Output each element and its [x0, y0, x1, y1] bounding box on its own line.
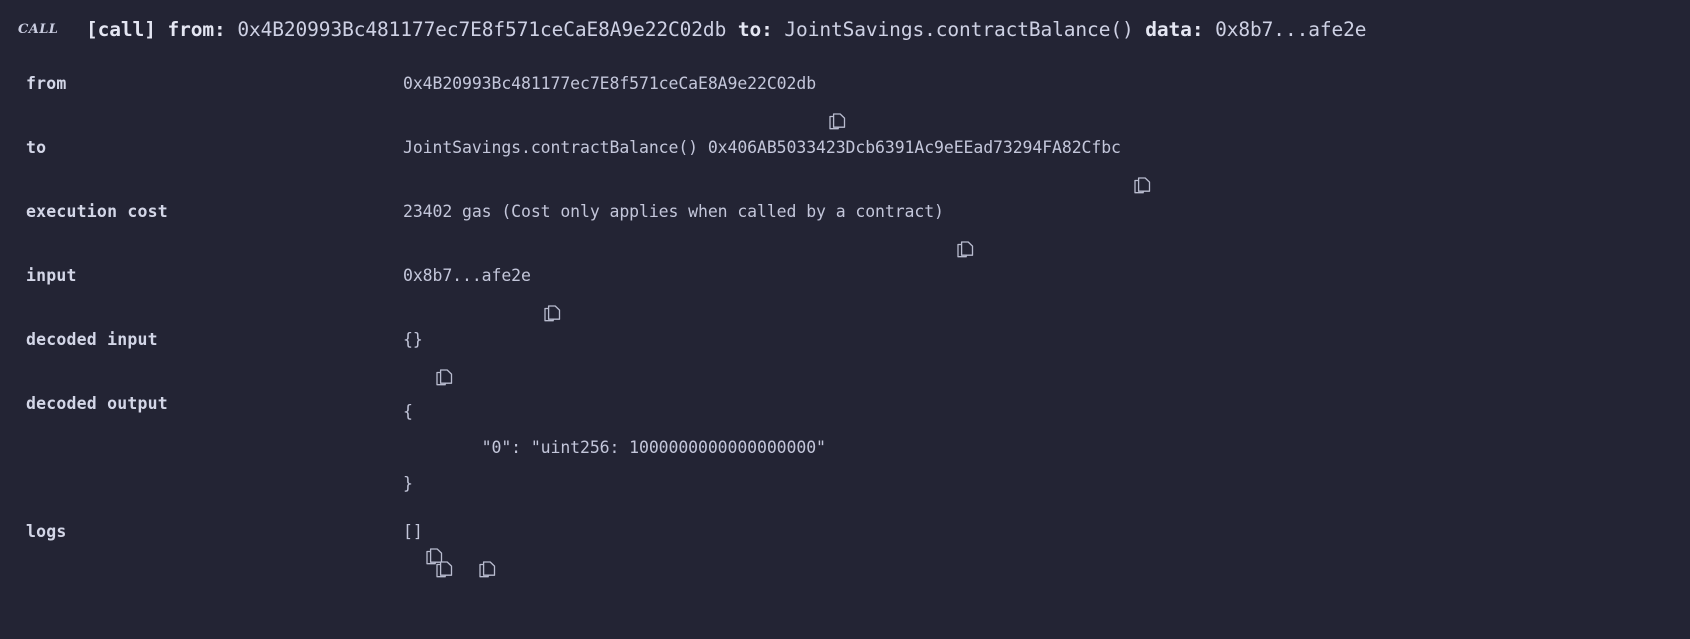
detail-row-decoded-input: decoded input {}: [26, 328, 1690, 392]
copy-icon[interactable]: [829, 75, 846, 130]
row-label-to: to: [26, 138, 47, 157]
call-from-value: 0x4B20993Bc481177ec7E8f571ceCaE8A9e22C02…: [237, 17, 727, 41]
row-label-decoded-output: decoded output: [26, 394, 168, 413]
detail-row-from: from 0x4B20993Bc481177ec7E8f571ceCaE8A9e…: [26, 72, 1690, 136]
row-label-logs: logs: [26, 522, 67, 541]
decoded-input-value: {}: [403, 330, 423, 349]
json-close-brace: }: [403, 474, 413, 493]
json-entry-0: "0": "uint256: 1000000000000000000": [403, 438, 826, 457]
row-value-execution-cost: 23402 gas (Cost only applies when called…: [403, 200, 1690, 258]
call-to-key: to:: [737, 17, 773, 41]
row-label-execution-cost: execution cost: [26, 202, 168, 221]
row-value-to: JointSavings.contractBalance() 0x406AB50…: [403, 136, 1690, 194]
call-prefix: [call]: [86, 17, 156, 41]
execution-cost-value: 23402 gas (Cost only applies when called…: [403, 202, 944, 221]
row-value-input: 0x8b7...afe2e: [403, 264, 1690, 322]
call-from-key: from:: [167, 17, 226, 41]
call-to-value: JointSavings.contractBalance(): [784, 17, 1134, 41]
row-value-from: 0x4B20993Bc481177ec7E8f571ceCaE8A9e22C02…: [403, 72, 1690, 130]
call-header-row[interactable]: CALL [call] from: 0x4B20993Bc481177ec7E8…: [0, 0, 1690, 58]
detail-row-logs: logs []: [26, 520, 1690, 584]
call-summary-text: [call] from: 0x4B20993Bc481177ec7E8f571c…: [86, 17, 1367, 41]
copy-icon[interactable]: [436, 523, 453, 578]
logs-value: []: [403, 522, 423, 541]
call-data-key: data:: [1145, 17, 1204, 41]
transaction-detail-panel: CALL [call] from: 0x4B20993Bc481177ec7E8…: [0, 0, 1690, 610]
to-contract-value: JointSavings.contractBalance() 0x406AB50…: [403, 138, 1121, 157]
copy-icon[interactable]: [544, 267, 561, 322]
copy-icon[interactable]: [479, 523, 496, 578]
from-address-value: 0x4B20993Bc481177ec7E8f571ceCaE8A9e22C02…: [403, 74, 817, 93]
row-value-decoded-output: { "0": "uint256: 1000000000000000000" }: [403, 392, 1690, 564]
row-label-input: input: [26, 266, 77, 285]
input-value: 0x8b7...afe2e: [403, 266, 531, 285]
call-data-value: 0x8b7...afe2e: [1215, 17, 1367, 41]
call-type-badge: CALL: [18, 21, 59, 37]
detail-row-decoded-output: decoded output { "0": "uint256: 10000000…: [26, 392, 1690, 564]
detail-row-input: input 0x8b7...afe2e: [26, 264, 1690, 328]
copy-icon[interactable]: [426, 476, 443, 564]
row-label-decoded-input: decoded input: [26, 330, 158, 349]
copy-icon[interactable]: [436, 331, 453, 386]
detail-row-execution-cost: execution cost 23402 gas (Cost only appl…: [26, 200, 1690, 264]
copy-icon[interactable]: [957, 203, 974, 258]
detail-rows: from 0x4B20993Bc481177ec7E8f571ceCaE8A9e…: [0, 58, 1690, 584]
json-close-line: }: [403, 466, 826, 564]
row-label-from: from: [26, 74, 67, 93]
copy-icon[interactable]: [1134, 139, 1151, 194]
row-value-logs: []: [403, 520, 1690, 578]
